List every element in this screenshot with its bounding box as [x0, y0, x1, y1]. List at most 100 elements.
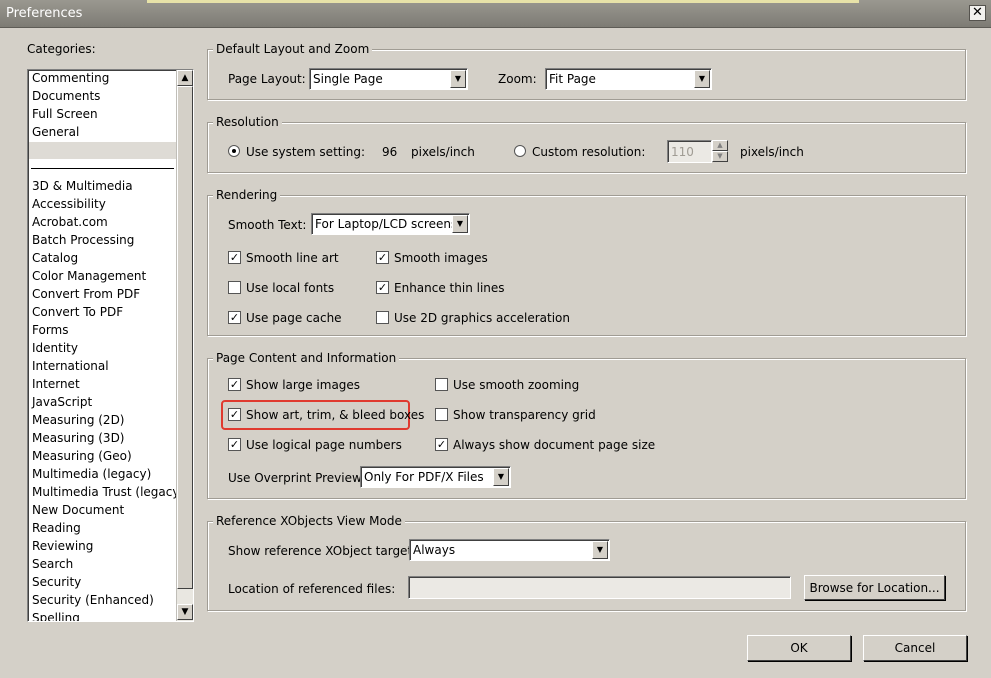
check-icon: ✓ — [229, 311, 240, 324]
category-item[interactable]: Forms — [32, 323, 68, 337]
show-transparency-grid-checkbox[interactable] — [435, 408, 448, 421]
category-item[interactable]: Measuring (3D) — [32, 431, 125, 445]
xobject-targets-select[interactable]: Always ▼ — [409, 539, 610, 561]
use-local-fonts-label: Use local fonts — [246, 281, 335, 295]
use-logical-page-numbers-checkbox[interactable]: ✓ — [228, 438, 241, 451]
spin-up-icon[interactable]: ▲ — [712, 140, 728, 151]
category-item[interactable]: Reading — [32, 521, 81, 535]
page-layout-label: Page Layout: — [228, 72, 306, 86]
close-icon: ✕ — [972, 5, 983, 20]
category-item[interactable]: Acrobat.com — [32, 215, 108, 229]
smooth-line-art-checkbox[interactable]: ✓ — [228, 251, 241, 264]
use-smooth-zooming-checkbox[interactable] — [435, 378, 448, 391]
category-item[interactable]: Full Screen — [32, 107, 98, 121]
xobject-targets-label: Show reference XObject targets: — [228, 544, 423, 558]
custom-resolution-spinner[interactable]: ▲ ▼ — [712, 140, 728, 163]
category-item[interactable]: Multimedia (legacy) — [32, 467, 151, 481]
custom-resolution-value: 110 — [671, 145, 694, 159]
category-item[interactable]: Color Management — [32, 269, 146, 283]
show-transparency-grid-label: Show transparency grid — [453, 408, 596, 422]
chevron-down-icon[interactable]: ▼ — [450, 70, 466, 88]
category-item[interactable]: Catalog — [32, 251, 78, 265]
layout-zoom-legend: Default Layout and Zoom — [213, 42, 373, 56]
scroll-up-button[interactable]: ▲ — [177, 70, 193, 86]
category-item[interactable]: 3D & Multimedia — [32, 179, 133, 193]
scroll-thumb[interactable] — [177, 86, 193, 589]
check-icon: ✓ — [229, 378, 240, 391]
category-item[interactable]: Security — [32, 575, 81, 589]
chevron-down-icon[interactable]: ▼ — [592, 541, 608, 559]
use-page-cache-label: Use page cache — [246, 311, 342, 325]
cancel-button[interactable]: Cancel — [863, 635, 967, 661]
smooth-text-select[interactable]: For Laptop/LCD screens ▼ — [311, 213, 470, 235]
custom-resolution-input[interactable]: 110 — [667, 140, 712, 163]
show-large-images-checkbox[interactable]: ✓ — [228, 378, 241, 391]
page-layout-value: Single Page — [313, 72, 383, 86]
selected-item-highlight — [29, 142, 177, 159]
check-icon: ✓ — [229, 438, 240, 451]
smooth-images-checkbox[interactable]: ✓ — [376, 251, 389, 264]
category-item[interactable]: Search — [32, 557, 73, 571]
always-show-page-size-label: Always show document page size — [453, 438, 656, 452]
close-button[interactable]: ✕ — [969, 5, 986, 21]
category-item[interactable]: Accessibility — [32, 197, 106, 211]
zoom-select[interactable]: Fit Page ▼ — [545, 68, 712, 90]
category-item[interactable]: Batch Processing — [32, 233, 134, 247]
category-item[interactable]: Measuring (2D) — [32, 413, 125, 427]
category-item[interactable]: Convert To PDF — [32, 305, 123, 319]
category-item[interactable]: International — [32, 359, 109, 373]
category-item[interactable]: Spelling — [32, 611, 80, 621]
page-layout-select[interactable]: Single Page ▼ — [309, 68, 468, 90]
smooth-images-label: Smooth images — [394, 251, 488, 265]
category-item[interactable]: General — [32, 125, 79, 139]
zoom-value: Fit Page — [549, 72, 596, 86]
page-content-legend: Page Content and Information — [213, 351, 400, 365]
check-icon: ✓ — [377, 281, 388, 294]
scroll-down-button[interactable]: ▼ — [177, 604, 193, 620]
xobject-targets-value: Always — [413, 543, 456, 557]
use-2d-accel-checkbox[interactable] — [376, 311, 389, 324]
chevron-down-icon[interactable]: ▼ — [452, 215, 468, 233]
resolution-legend: Resolution — [213, 115, 282, 129]
categories-scrollbar[interactable]: ▲ ▼ — [176, 70, 193, 621]
scroll-down-icon: ▼ — [181, 607, 189, 617]
category-item[interactable]: Commenting — [32, 71, 109, 85]
category-item[interactable]: Security (Enhanced) — [32, 593, 154, 607]
use-local-fonts-checkbox[interactable] — [228, 281, 241, 294]
chevron-down-icon[interactable]: ▼ — [694, 70, 710, 88]
title-bar — [0, 0, 991, 28]
enhance-thin-lines-checkbox[interactable]: ✓ — [376, 281, 389, 294]
category-item[interactable]: JavaScript — [32, 395, 92, 409]
use-page-cache-checkbox[interactable]: ✓ — [228, 311, 241, 324]
use-2d-accel-label: Use 2D graphics acceleration — [394, 311, 570, 325]
scroll-up-icon: ▲ — [181, 73, 189, 83]
overprint-value: Only For PDF/X Files — [364, 470, 484, 484]
category-item[interactable]: New Document — [32, 503, 124, 517]
custom-resolution-unit: pixels/inch — [740, 145, 804, 159]
always-show-page-size-checkbox[interactable]: ✓ — [435, 438, 448, 451]
custom-resolution-radio[interactable] — [514, 145, 526, 157]
system-resolution-value: 96 — [382, 145, 398, 159]
show-art-boxes-checkbox[interactable]: ✓ — [228, 408, 241, 421]
category-item[interactable]: Multimedia Trust (legacy) — [32, 485, 184, 499]
ok-button[interactable]: OK — [747, 635, 851, 661]
overprint-select[interactable]: Only For PDF/X Files ▼ — [360, 466, 511, 488]
spin-down-icon[interactable]: ▼ — [712, 151, 728, 162]
categories-divider — [31, 168, 174, 169]
category-item[interactable]: Internet — [32, 377, 80, 391]
enhance-thin-lines-label: Enhance thin lines — [394, 281, 505, 295]
check-icon: ✓ — [377, 251, 388, 264]
category-item[interactable]: Documents — [32, 89, 100, 103]
category-item[interactable]: Convert From PDF — [32, 287, 140, 301]
system-resolution-unit: pixels/inch — [411, 145, 475, 159]
system-setting-radio[interactable] — [228, 145, 240, 157]
category-item[interactable]: Reviewing — [32, 539, 93, 553]
chevron-down-icon[interactable]: ▼ — [493, 468, 509, 486]
category-item[interactable]: Measuring (Geo) — [32, 449, 132, 463]
radio-selected-dot — [232, 149, 236, 153]
location-input[interactable] — [408, 576, 791, 599]
show-large-images-label: Show large images — [246, 378, 361, 392]
rendering-legend: Rendering — [213, 188, 281, 202]
browse-button[interactable]: Browse for Location... — [804, 575, 945, 600]
category-item[interactable]: Identity — [32, 341, 78, 355]
